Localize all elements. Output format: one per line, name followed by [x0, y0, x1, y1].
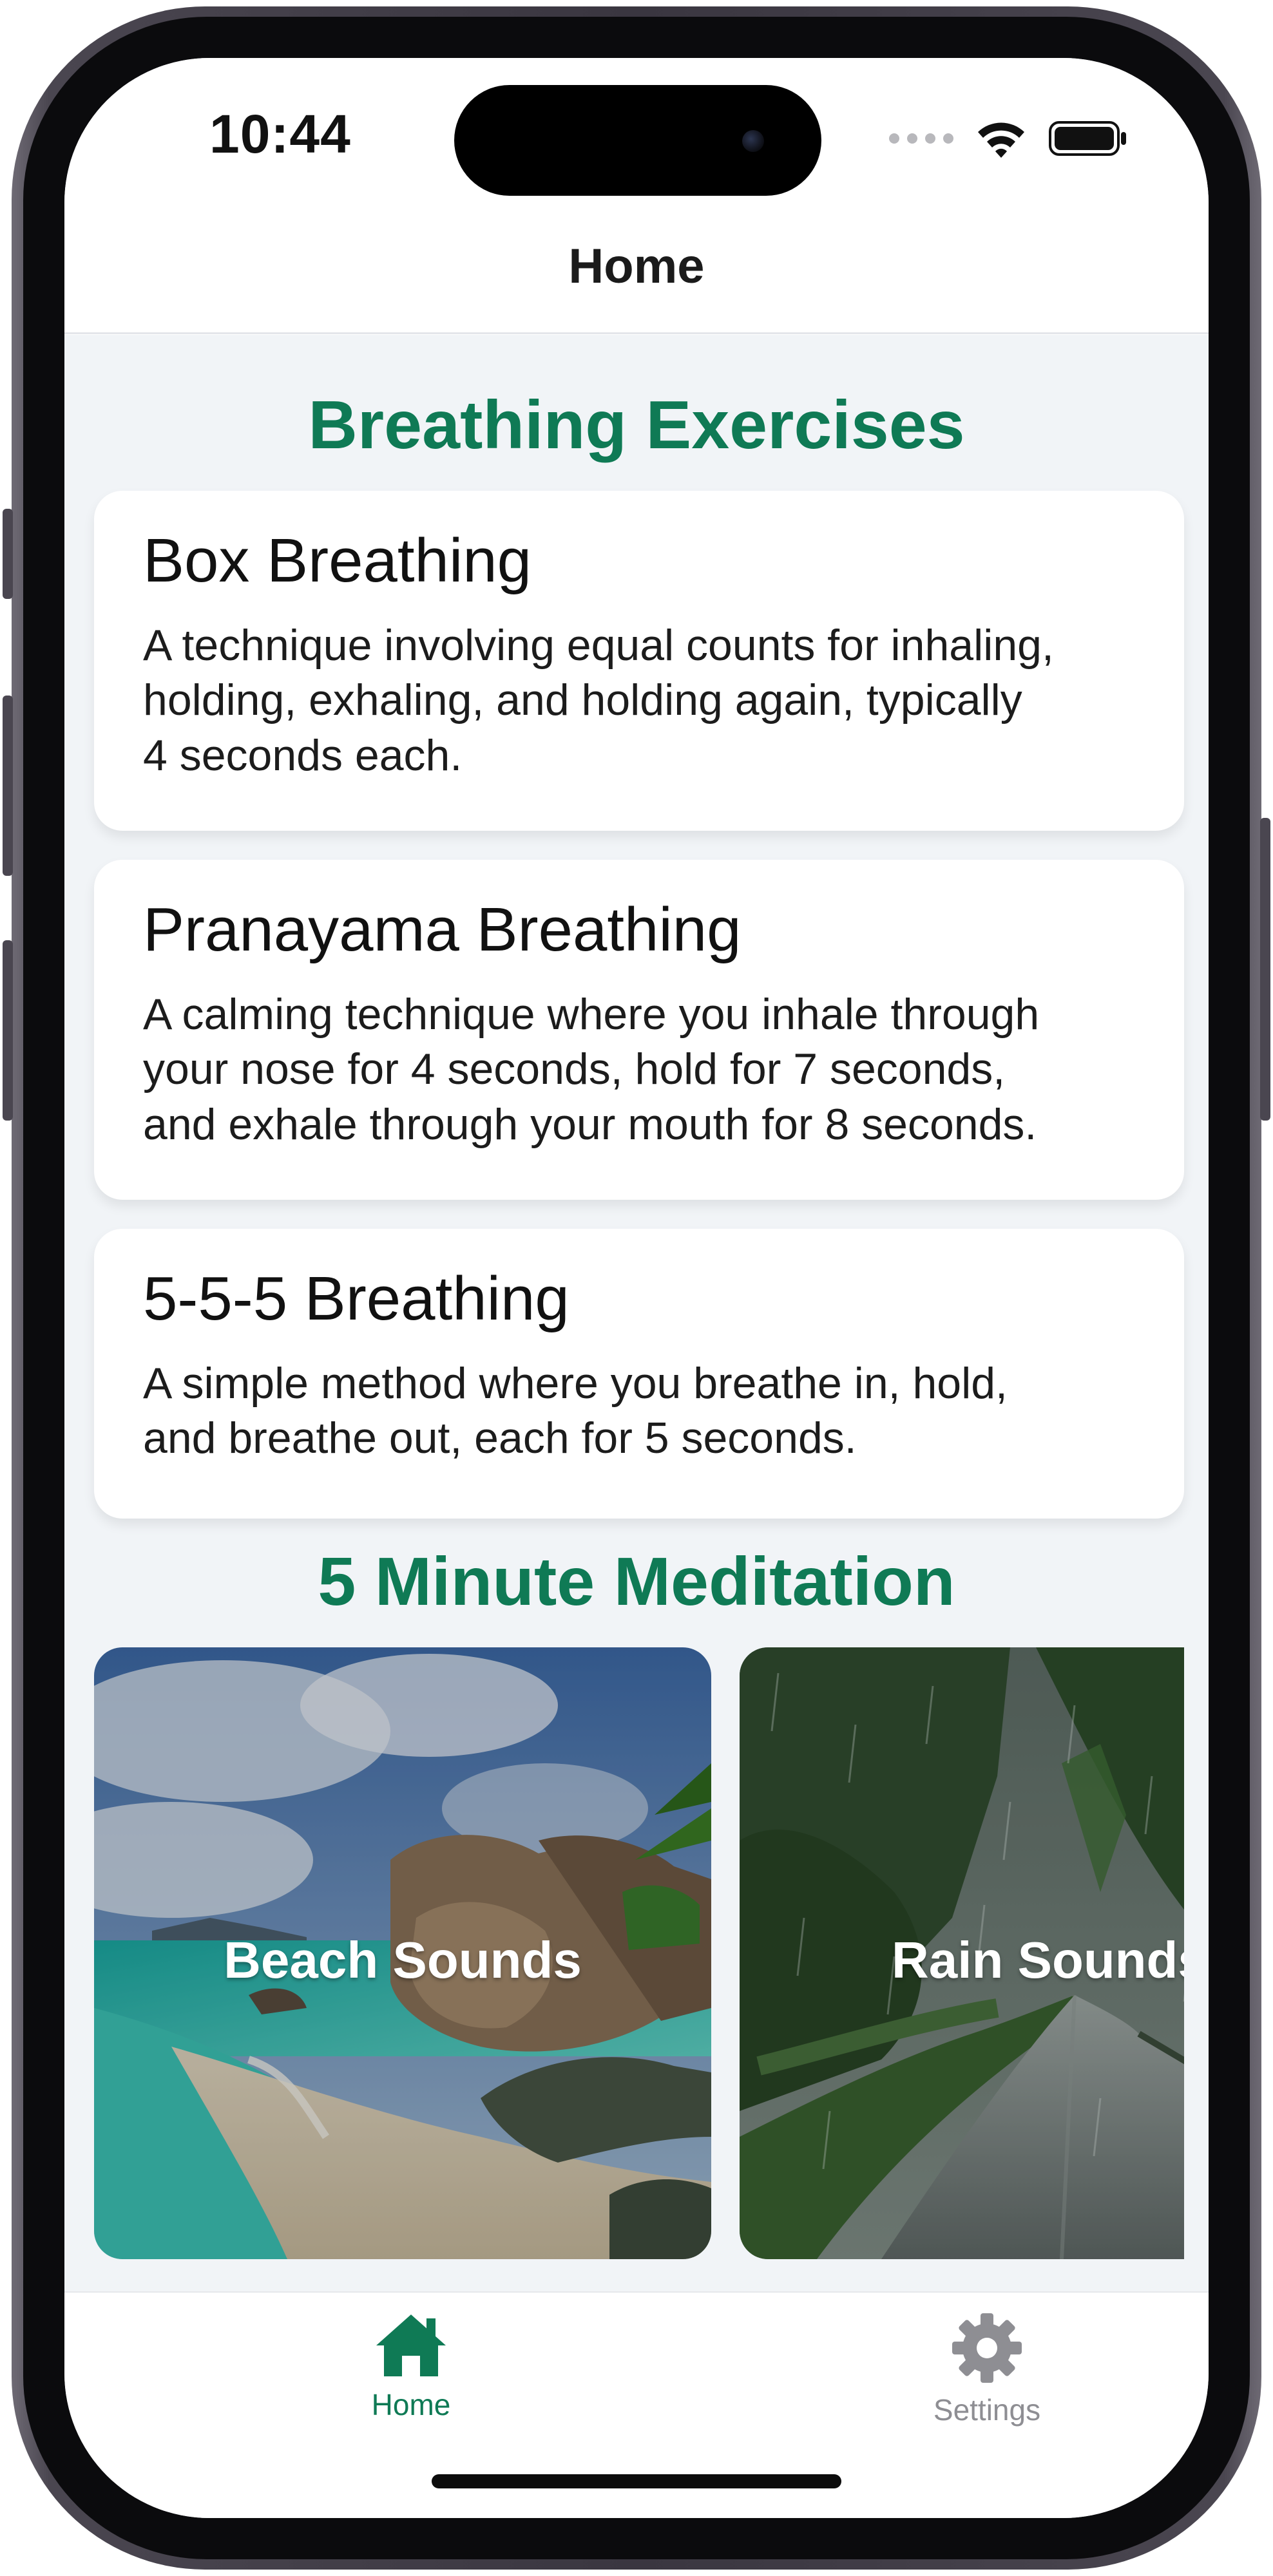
tile-label: Rain Sounds	[892, 1931, 1184, 1989]
action-button	[3, 509, 13, 599]
exercise-title: Box Breathing	[143, 526, 532, 595]
volume-up-button	[3, 696, 13, 876]
meditation-section-title: 5 Minute Meditation	[318, 1544, 955, 1620]
volume-down-button	[3, 940, 13, 1121]
tab-home[interactable]: Home	[295, 2312, 527, 2422]
page-title: Home	[568, 239, 705, 294]
header: 10:44 Home	[64, 58, 1209, 335]
tab-label: Settings	[933, 2393, 1041, 2427]
exercise-title: Pranayama Breathing	[143, 895, 742, 964]
app-screen: 10:44 Home Breathing Exercises Box Breat…	[64, 58, 1209, 2518]
gear-icon	[952, 2313, 1022, 2383]
nav-divider	[64, 332, 1209, 334]
meditation-tile-beach[interactable]: Beach Sounds	[94, 1647, 711, 2259]
tile-label: Beach Sounds	[224, 1931, 582, 1989]
tab-settings[interactable]: Settings	[871, 2312, 1103, 2427]
meditation-tile-rain[interactable]: Rain Sounds	[740, 1647, 1184, 2259]
status-icons	[889, 116, 1127, 161]
exercise-description: A calming technique where you inhale thr…	[143, 989, 1040, 1149]
front-camera	[742, 130, 764, 152]
meditation-carousel[interactable]: Beach Sounds Rain Sounds	[94, 1647, 1184, 2259]
exercise-title: 5-5-5 Breathing	[143, 1264, 570, 1333]
house-icon	[376, 2315, 446, 2376]
power-button	[1260, 818, 1270, 1121]
exercise-description: A simple method where you breathe in, ho…	[143, 1358, 1008, 1463]
battery-icon	[1049, 121, 1126, 156]
home-indicator[interactable]	[432, 2474, 841, 2488]
exercise-card-5-5-5-breathing[interactable]: 5-5-5 Breathing A simple method where yo…	[94, 1229, 1184, 1519]
exercise-description: A technique involving equal counts for i…	[143, 620, 1054, 780]
tab-label: Home	[371, 2388, 451, 2421]
wifi-icon	[978, 122, 1024, 158]
breathing-section-title: Breathing Exercises	[308, 387, 965, 463]
dynamic-island	[454, 85, 821, 196]
exercise-card-box-breathing[interactable]: Box Breathing A technique involving equa…	[94, 491, 1184, 831]
status-time: 10:44	[209, 104, 351, 164]
signal-dots-icon	[889, 133, 953, 144]
exercise-card-pranayama-breathing[interactable]: Pranayama Breathing A calming technique …	[94, 860, 1184, 1200]
